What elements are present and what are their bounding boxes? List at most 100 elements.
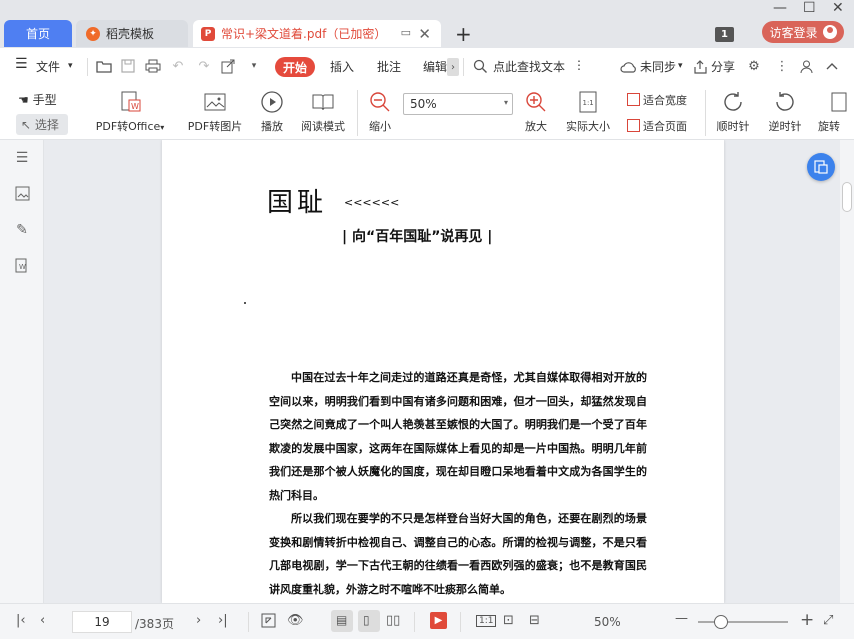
- play-button[interactable]: 播放: [255, 90, 289, 134]
- guest-login-button[interactable]: 访客登录: [762, 21, 844, 43]
- search-icon[interactable]: [470, 56, 490, 76]
- signature-pen-icon[interactable]: ✎: [13, 222, 31, 240]
- tab-start[interactable]: 开始: [275, 57, 315, 77]
- tab-close-icon[interactable]: ✕: [418, 25, 431, 43]
- sync-status[interactable]: 未同步: [640, 58, 676, 75]
- tab-pdf-document[interactable]: P 常识+梁文道着.pdf（已加密） ▭ ✕: [193, 20, 441, 47]
- avatar-icon: [822, 25, 837, 39]
- fit-page-icon: [627, 119, 640, 132]
- cloud-sync-icon[interactable]: [618, 56, 638, 76]
- export-icon[interactable]: [218, 56, 238, 76]
- eye-protection-icon[interactable]: 👁: [287, 613, 304, 628]
- sync-dropdown-icon[interactable]: ▾: [678, 61, 683, 71]
- window-count-badge[interactable]: 1: [715, 27, 734, 42]
- menu-bar: ☰ 文件 ▾ ↶ ↷ ▾ 开始 插入 批注 编辑 › 点此查找文本 ⋮ 未同步 …: [0, 48, 854, 86]
- tabs-scroll-right-icon[interactable]: ›: [447, 58, 459, 76]
- last-page-icon[interactable]: ›|: [218, 613, 228, 628]
- reading-mode-button[interactable]: 阅读模式: [297, 90, 349, 134]
- chapter-title: 国耻: [267, 188, 328, 218]
- tab-daoke-template[interactable]: ✦ 稻壳模板: [76, 20, 188, 47]
- rotate-clockwise-button[interactable]: 顺时针: [713, 90, 753, 134]
- pdf-to-image-icon: [204, 93, 226, 111]
- tab-home[interactable]: 首页: [4, 20, 72, 47]
- daoke-logo-icon: ✦: [86, 26, 100, 41]
- chapter-subtitle: | 向“百年国耻”说再见 |: [342, 229, 493, 245]
- play-slideshow-icon[interactable]: ▶: [430, 612, 447, 629]
- tab-pin-icon[interactable]: ▭: [401, 26, 411, 39]
- scrollbar-thumb[interactable]: [842, 182, 852, 212]
- tab-edit[interactable]: 编辑: [423, 58, 447, 75]
- undo-icon[interactable]: ↶: [168, 56, 188, 76]
- fullscreen-icon[interactable]: ⤢: [823, 613, 833, 628]
- zoom-percentage[interactable]: 50%: [594, 615, 621, 629]
- zoom-out-status-icon[interactable]: —: [675, 611, 688, 626]
- first-page-icon[interactable]: |‹: [16, 613, 26, 628]
- print-icon[interactable]: [143, 56, 163, 76]
- return-icon[interactable]: [261, 613, 276, 632]
- actual-size-button[interactable]: 1:1 实际大小: [562, 90, 614, 134]
- pdf-to-image-button[interactable]: PDF转图片: [183, 90, 247, 134]
- prev-page-icon[interactable]: ‹: [40, 613, 45, 628]
- select-tool-button[interactable]: ↖ 选择: [16, 114, 68, 135]
- fit-width-button[interactable]: 适合宽度: [627, 92, 687, 108]
- rotate-button[interactable]: 旋转: [818, 90, 848, 134]
- more-options-icon[interactable]: ⋮: [573, 58, 585, 72]
- next-page-icon[interactable]: ›: [196, 613, 201, 628]
- search-text-field[interactable]: 点此查找文本: [493, 58, 565, 75]
- save-icon[interactable]: [118, 56, 138, 76]
- rotate-counterclockwise-button[interactable]: 逆时针: [765, 90, 805, 134]
- quick-access-dropdown-icon[interactable]: ▾: [244, 56, 264, 76]
- zoom-in-label: 放大: [525, 120, 547, 133]
- page-total: /383页: [135, 617, 174, 631]
- chapter-title-ornament: <<<<<<: [344, 196, 400, 209]
- fit-page-status-icon[interactable]: ⊡: [503, 613, 514, 628]
- new-tab-button[interactable]: +: [455, 22, 472, 46]
- zoom-out-button[interactable]: 缩小: [366, 90, 394, 134]
- divider: [357, 90, 358, 136]
- maximize-icon[interactable]: ☐: [803, 0, 816, 16]
- select-tool-label: 选择: [34, 118, 59, 132]
- zoom-in-status-icon[interactable]: +: [800, 610, 814, 630]
- tab-annotate[interactable]: 批注: [377, 58, 401, 75]
- fit-page-button[interactable]: 适合页面: [627, 118, 687, 134]
- settings-gear-icon[interactable]: ⚙: [744, 56, 764, 76]
- hand-tool-button[interactable]: ☚ 手型: [18, 91, 57, 108]
- fit-width-status-icon[interactable]: ⊟: [529, 613, 540, 628]
- divider: [460, 612, 461, 632]
- open-folder-icon[interactable]: [94, 56, 114, 76]
- divider: [248, 612, 249, 632]
- minimize-icon[interactable]: —: [773, 0, 787, 16]
- window-close-icon[interactable]: ✕: [832, 0, 844, 16]
- floating-tool-button[interactable]: [807, 153, 835, 181]
- pdf-to-office-button[interactable]: W PDF转Office▾: [90, 90, 170, 134]
- status-bar: |‹ ‹ 19 /383页 › ›| 👁 ▤ ▯ ▯▯ ▶ 1:1 ⊡ ⊟ 50…: [0, 603, 854, 639]
- rotate-ccw-label: 逆时针: [768, 120, 802, 133]
- account-icon[interactable]: [796, 56, 816, 76]
- collapse-ribbon-icon[interactable]: [822, 56, 842, 76]
- document-viewport[interactable]: 国耻 <<<<<< | 向“百年国耻”说再见 | 中国在过去十年之间走过的道路还…: [44, 140, 840, 603]
- two-page-icon[interactable]: ▯▯: [386, 613, 400, 628]
- divider: [414, 612, 415, 632]
- menu-file[interactable]: 文件: [36, 58, 60, 75]
- outline-icon[interactable]: ☰: [13, 150, 31, 168]
- more-menu-icon[interactable]: ⋮: [772, 56, 792, 76]
- pdf-to-office-label: PDF转Office: [95, 120, 161, 133]
- zoom-slider-track[interactable]: [698, 621, 788, 623]
- play-label: 播放: [261, 120, 283, 133]
- zoom-level-select[interactable]: 50% ▾: [403, 93, 513, 115]
- zoom-slider-knob[interactable]: [714, 615, 728, 629]
- hand-icon: ☚: [18, 93, 29, 107]
- file-dropdown-icon[interactable]: ▾: [68, 61, 73, 71]
- zoom-in-button[interactable]: 放大: [522, 90, 550, 134]
- tab-insert[interactable]: 插入: [330, 58, 354, 75]
- redo-icon[interactable]: ↷: [194, 56, 214, 76]
- pdf-page: 国耻 <<<<<< | 向“百年国耻”说再见 | 中国在过去十年之间走过的道路还…: [162, 140, 724, 603]
- zoom-out-label: 缩小: [369, 120, 391, 133]
- convert-icon[interactable]: W: [13, 258, 31, 276]
- actual-size-status-icon[interactable]: 1:1: [476, 615, 497, 627]
- thumbnail-icon[interactable]: [13, 186, 31, 204]
- share-button[interactable]: 分享: [711, 58, 735, 75]
- page-number-input[interactable]: 19: [72, 611, 132, 633]
- hamburger-menu-icon[interactable]: ☰: [15, 56, 28, 72]
- share-icon[interactable]: [690, 56, 710, 76]
